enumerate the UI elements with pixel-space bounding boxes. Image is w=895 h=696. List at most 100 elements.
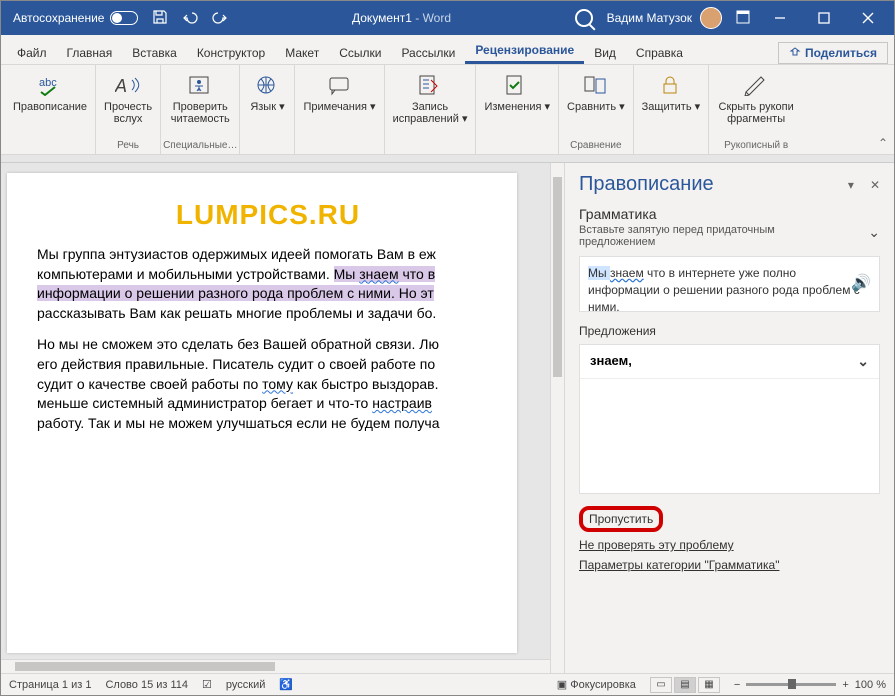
tab-insert[interactable]: Вставка — [122, 40, 187, 64]
language-icon — [253, 71, 281, 99]
changes-icon — [503, 71, 531, 99]
search-icon[interactable] — [575, 9, 593, 27]
maximize-button[interactable] — [802, 1, 846, 35]
status-language[interactable]: русский — [226, 679, 265, 691]
status-accessibility-icon[interactable]: ♿ — [279, 678, 293, 691]
autosave-label: Автосохранение — [13, 11, 104, 25]
horizontal-scrollbar[interactable] — [1, 659, 550, 673]
tab-design[interactable]: Конструктор — [187, 40, 275, 64]
accessibility-icon — [186, 71, 214, 99]
speaker-icon[interactable]: 🔊 — [851, 273, 871, 295]
web-layout-button[interactable]: ▦ — [698, 677, 720, 693]
tracking-button[interactable]: Запись исправлений ▾ — [387, 69, 474, 140]
group-accessibility: Специальные… — [163, 140, 237, 152]
dont-check-link[interactable]: Не проверять эту проблему — [579, 538, 880, 552]
accessibility-button[interactable]: Проверить читаемость — [165, 69, 236, 140]
ribbon-tabs: Файл Главная Вставка Конструктор Макет С… — [1, 35, 894, 65]
ink-icon — [742, 71, 770, 99]
suggestions-label: Предложения — [579, 324, 880, 338]
vertical-scrollbar[interactable] — [550, 163, 564, 673]
collapse-ribbon-icon[interactable]: ⌃ — [878, 136, 888, 150]
close-button[interactable] — [846, 1, 890, 35]
panel-title: Правописание — [579, 173, 714, 196]
group-compare: Сравнение — [570, 140, 621, 152]
compare-button[interactable]: Сравнить ▾ — [561, 69, 631, 140]
compare-icon — [582, 71, 610, 99]
titlebar: Автосохранение Документ1 - Word Вадим Ма… — [1, 1, 894, 35]
workarea: LUMPICS.RU Мы группа энтузиастов одержим… — [1, 163, 894, 673]
tracking-icon — [416, 71, 444, 99]
suggestion-item[interactable]: знаем, ⌄ — [580, 345, 879, 379]
ink-button[interactable]: Скрыть рукопи фрагменты — [711, 69, 801, 140]
window-controls — [758, 1, 890, 35]
watermark-logo: LUMPICS.RU — [37, 199, 499, 231]
status-page[interactable]: Страница 1 из 1 — [9, 679, 91, 691]
spelling-panel: Правописание ▾ ✕ Грамматика Вставьте зап… — [564, 163, 894, 673]
zoom-in-button[interactable]: + — [842, 679, 848, 691]
tab-file[interactable]: Файл — [7, 40, 57, 64]
comments-button[interactable]: Примечания ▾ — [297, 69, 381, 140]
status-proofing-icon[interactable]: ☑ — [202, 678, 212, 691]
tab-references[interactable]: Ссылки — [329, 40, 391, 64]
protect-icon — [657, 71, 685, 99]
zoom-level[interactable]: 100 % — [855, 679, 886, 691]
tab-layout[interactable]: Макет — [275, 40, 329, 64]
changes-button[interactable]: Изменения ▾ — [478, 69, 556, 140]
user-block[interactable]: Вадим Матузок — [607, 7, 722, 29]
tab-home[interactable]: Главная — [57, 40, 123, 64]
print-layout-button[interactable]: ▤ — [674, 677, 696, 693]
paragraph-1: Мы группа энтузиастов одержимых идеей по… — [37, 245, 499, 323]
read-aloud-icon: A — [114, 71, 142, 99]
app-name: - Word — [412, 11, 451, 25]
comments-icon — [326, 71, 354, 99]
undo-icon[interactable] — [182, 9, 198, 28]
panel-subtitle: Грамматика — [579, 206, 880, 222]
language-button[interactable]: Язык ▾ — [242, 69, 292, 140]
tab-review[interactable]: Рецензирование — [465, 37, 584, 64]
zoom-slider[interactable] — [746, 683, 836, 686]
toggle-icon — [110, 11, 138, 25]
panel-hint: Вставьте запятую перед придаточным предл… — [579, 224, 839, 248]
statusbar: Страница 1 из 1 Слово 15 из 114 ☑ русски… — [1, 673, 894, 695]
redo-icon[interactable] — [212, 9, 228, 28]
tab-mailings[interactable]: Рассылки — [391, 40, 465, 64]
view-buttons: ▭ ▤ ▦ — [650, 677, 720, 693]
chevron-down-icon[interactable]: ⌄ — [868, 224, 880, 248]
zoom-control: − + 100 % — [734, 679, 886, 691]
group-speech: Речь — [117, 140, 139, 152]
ribbon-display-icon[interactable] — [736, 10, 750, 27]
tab-view[interactable]: Вид — [584, 40, 626, 64]
status-words[interactable]: Слово 15 из 114 — [105, 679, 188, 691]
user-name: Вадим Матузок — [607, 11, 692, 25]
read-aloud-button[interactable]: A Прочесть вслух — [98, 69, 158, 140]
group-ink: Рукописный в — [724, 140, 788, 152]
context-box: Мы знаем что в интернете уже полно инфор… — [579, 256, 880, 312]
skip-link[interactable]: Пропустить — [579, 506, 880, 532]
document-name: Документ1 — [352, 11, 412, 25]
read-mode-button[interactable]: ▭ — [650, 677, 672, 693]
suggestions-box: знаем, ⌄ — [579, 344, 880, 494]
grammar-options-link[interactable]: Параметры категории "Грамматика" — [579, 558, 880, 572]
panel-close-icon[interactable]: ✕ — [870, 178, 880, 192]
save-icon[interactable] — [152, 9, 168, 28]
focus-mode[interactable]: ▣ Фокусировка — [557, 678, 636, 691]
svg-text:A: A — [115, 76, 127, 96]
paragraph-2: Но мы не сможем это сделать без Вашей об… — [37, 335, 499, 433]
protect-button[interactable]: Защитить ▾ — [636, 69, 707, 140]
document-area[interactable]: LUMPICS.RU Мы группа энтузиастов одержим… — [1, 163, 550, 673]
spelling-button[interactable]: abc Правописание — [7, 69, 93, 140]
spelling-icon: abc — [36, 71, 64, 99]
avatar — [700, 7, 722, 29]
ruler — [1, 155, 894, 163]
chevron-down-icon[interactable]: ⌄ — [857, 353, 869, 370]
page: LUMPICS.RU Мы группа энтузиастов одержим… — [7, 173, 517, 653]
window-title: Документ1 - Word — [228, 11, 574, 25]
minimize-button[interactable] — [758, 1, 802, 35]
panel-menu-icon[interactable]: ▾ — [848, 178, 854, 192]
autosave-toggle[interactable]: Автосохранение — [13, 11, 138, 25]
tab-help[interactable]: Справка — [626, 40, 693, 64]
zoom-out-button[interactable]: − — [734, 679, 740, 691]
panel-links: Пропустить Не проверять эту проблему Пар… — [579, 506, 880, 578]
share-button[interactable]: Поделиться — [778, 42, 888, 64]
ribbon: abc Правописание A Прочесть вслух Речь П… — [1, 65, 894, 155]
